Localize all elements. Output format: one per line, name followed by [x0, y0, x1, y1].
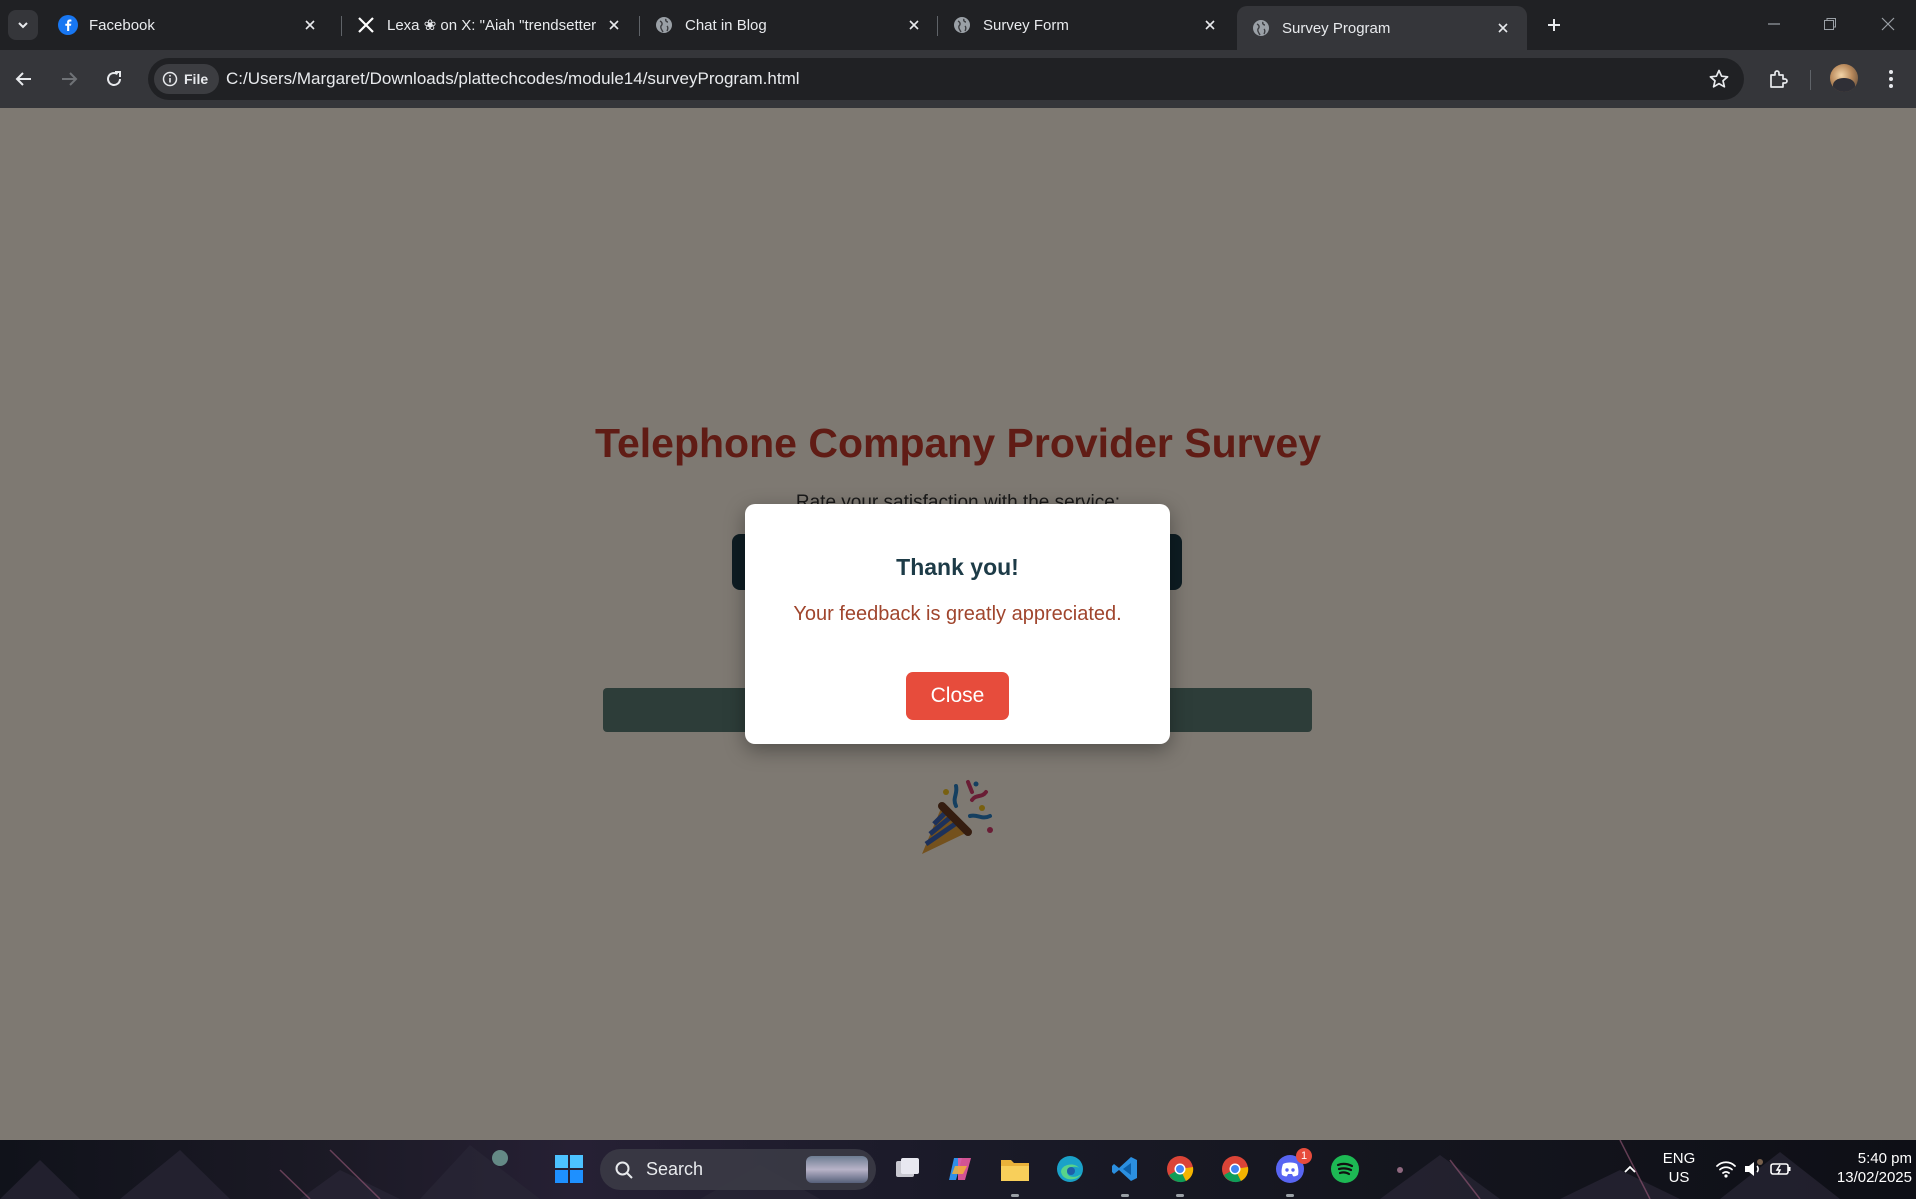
profile-avatar[interactable]: [1830, 64, 1858, 92]
globe-icon: [654, 15, 674, 35]
tab-facebook[interactable]: Facebook: [44, 6, 334, 44]
reload-button[interactable]: [99, 64, 129, 94]
page-content: Telephone Company Provider Survey Rate y…: [0, 108, 1916, 1140]
browser-menu-button[interactable]: [1876, 64, 1906, 94]
windows-taskbar: Search 1 ENG US 5:40 pm 13/02/2025: [0, 1140, 1916, 1199]
tab-title: Facebook: [89, 16, 155, 34]
spotify-app[interactable]: [1326, 1150, 1364, 1188]
task-view-button[interactable]: [888, 1150, 926, 1188]
close-icon[interactable]: [904, 15, 924, 35]
close-icon[interactable]: [1493, 18, 1513, 38]
globe-icon: [1251, 18, 1271, 38]
copilot-app[interactable]: [941, 1150, 979, 1188]
folder-icon: [1001, 1160, 1029, 1181]
browser-toolbar: File C:/Users/Margaret/Downloads/plattec…: [0, 50, 1916, 108]
x-icon: [356, 15, 376, 35]
modal-close-button[interactable]: Close: [906, 672, 1009, 720]
reload-icon: [107, 71, 121, 86]
language-code: ENG: [1662, 1150, 1696, 1167]
language-indicator[interactable]: ENG US: [1656, 1150, 1702, 1186]
copilot-icon: [949, 1158, 971, 1180]
vscode-app[interactable]: [1106, 1150, 1144, 1188]
info-icon: [162, 71, 178, 87]
show-hidden-icons-button[interactable]: [1611, 1150, 1649, 1188]
facebook-icon: [58, 15, 78, 35]
tab-survey-program[interactable]: Survey Program: [1237, 6, 1527, 50]
forward-button[interactable]: [54, 64, 84, 94]
tab-search-button[interactable]: [8, 10, 38, 40]
scheme-label: File: [184, 71, 209, 87]
wifi-icon: [1716, 1161, 1736, 1178]
search-icon: [615, 1161, 633, 1179]
chrome-app-profile-2[interactable]: [1216, 1150, 1254, 1188]
volume-icon: [1745, 1162, 1759, 1176]
search-highlight-image: [806, 1156, 868, 1183]
windows-logo-icon: [555, 1155, 583, 1183]
close-icon[interactable]: [604, 15, 624, 35]
toolbar-divider: [1810, 70, 1811, 90]
address-bar[interactable]: File C:/Users/Margaret/Downloads/plattec…: [148, 58, 1744, 100]
chrome-icon: [1167, 1156, 1194, 1183]
minimize-icon: [1768, 23, 1780, 25]
clock[interactable]: 5:40 pm 13/02/2025: [1806, 1150, 1912, 1186]
close-icon[interactable]: [300, 15, 320, 35]
running-indicator: [1121, 1194, 1129, 1197]
tab-chat-in-blog[interactable]: Chat in Blog: [640, 6, 938, 44]
bookmark-star-icon[interactable]: [1708, 68, 1730, 90]
restore-icon: [1824, 18, 1836, 30]
plus-icon: [1548, 19, 1560, 31]
screen: Facebook Lexa ❀ on X: "Aiah "trendsetter…: [0, 0, 1916, 1199]
tab-title: Chat in Blog: [685, 16, 767, 34]
discord-notification-badge: 1: [1296, 1148, 1312, 1164]
search-label: Search: [646, 1159, 704, 1179]
region-code: US: [1668, 1169, 1690, 1186]
running-indicator: [1176, 1194, 1184, 1197]
new-tab-button[interactable]: [1540, 11, 1568, 39]
running-indicator: [1286, 1194, 1294, 1197]
chrome-icon: [1222, 1156, 1249, 1183]
window-close-button[interactable]: [1868, 8, 1908, 40]
modal-message: Your feedback is greatly appreciated.: [793, 603, 1122, 625]
chrome-app-profile-1[interactable]: [1161, 1150, 1199, 1188]
running-indicator: [1011, 1194, 1019, 1197]
file-explorer-app[interactable]: [996, 1150, 1034, 1188]
clock-date: 13/02/2025: [1836, 1169, 1912, 1186]
tab-title: Lexa ❀ on X: "Aiah "trendsetter: [387, 17, 596, 34]
site-info-chip[interactable]: File: [154, 64, 220, 94]
back-button[interactable]: [9, 64, 39, 94]
tab-title: Survey Form: [983, 16, 1069, 34]
extensions-button[interactable]: [1763, 64, 1793, 94]
chevron-down-icon: [18, 22, 28, 29]
arrow-left-icon: [15, 72, 31, 86]
modal-title: Thank you!: [896, 554, 1019, 580]
taskbar-search[interactable]: Search: [600, 1149, 876, 1190]
minimize-button[interactable]: [1754, 8, 1794, 40]
start-button[interactable]: [550, 1150, 588, 1188]
quick-settings-button[interactable]: [1706, 1150, 1802, 1188]
clock-time: 5:40 pm: [1857, 1150, 1912, 1167]
thank-you-modal: Thank you! Your feedback is greatly appr…: [745, 504, 1170, 744]
battery-charging-icon: [1770, 1163, 1791, 1175]
kebab-menu-icon: [1889, 70, 1893, 88]
task-view-icon: [896, 1158, 919, 1177]
tab-strip: Facebook Lexa ❀ on X: "Aiah "trendsetter…: [0, 0, 1916, 50]
close-icon: [1881, 17, 1895, 31]
edge-app[interactable]: [1051, 1150, 1089, 1188]
puzzle-icon: [1770, 70, 1788, 88]
globe-icon: [952, 15, 972, 35]
vscode-icon: [1112, 1157, 1137, 1181]
tab-title: Survey Program: [1282, 19, 1391, 37]
arrow-right-icon: [62, 72, 78, 86]
url-text[interactable]: C:/Users/Margaret/Downloads/plattechcode…: [226, 69, 800, 89]
close-icon[interactable]: [1200, 15, 1220, 35]
chevron-up-icon: [1624, 1165, 1636, 1173]
spotify-icon: [1331, 1155, 1359, 1183]
tab-x-post[interactable]: Lexa ❀ on X: "Aiah "trendsetter: [342, 6, 638, 44]
tab-survey-form[interactable]: Survey Form: [938, 6, 1234, 44]
restore-button[interactable]: [1810, 8, 1850, 40]
edge-icon: [1057, 1156, 1083, 1182]
